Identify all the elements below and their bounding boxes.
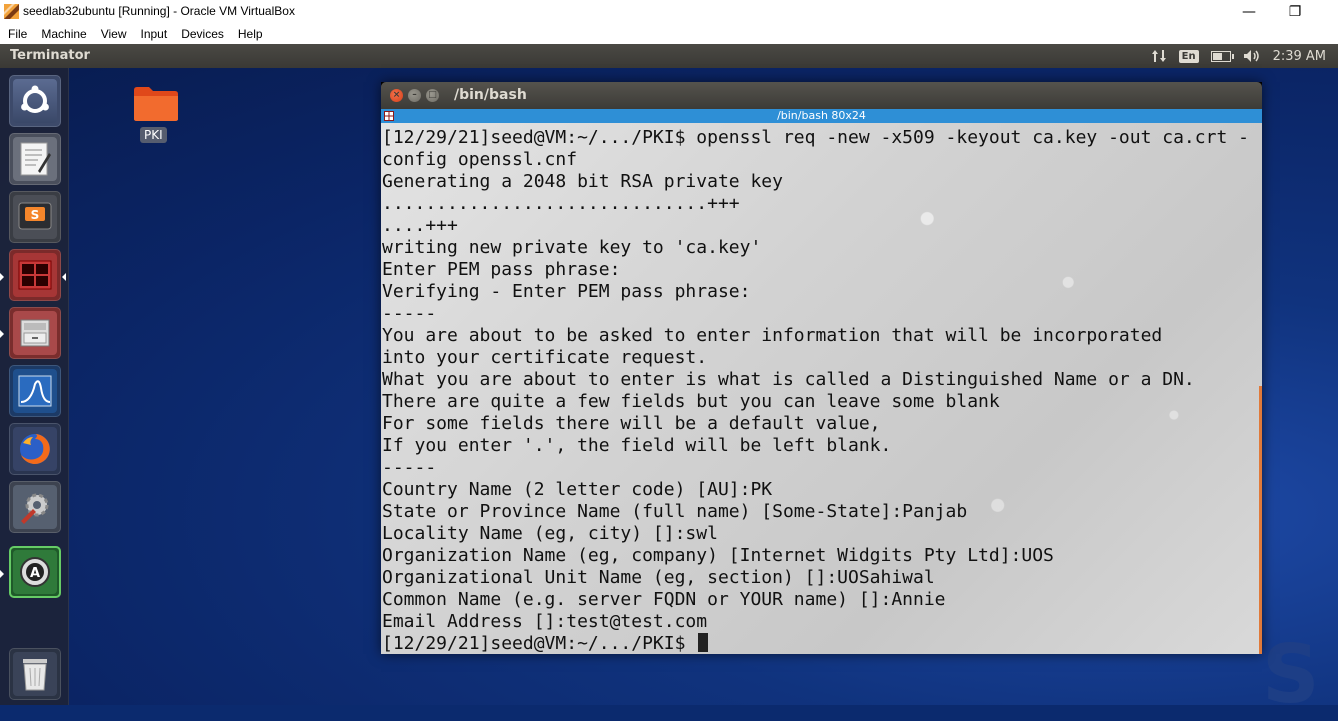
terminal-cursor (698, 633, 709, 652)
terminal-line: Verifying - Enter PEM pass phrase: (382, 281, 751, 302)
host-title-bar: seedlab32ubuntu [Running] - Oracle VM Vi… (0, 0, 1338, 24)
terminal-line: ----- (382, 457, 437, 478)
firefox-icon (20, 434, 50, 464)
volume-icon[interactable] (1243, 49, 1261, 63)
launcher-terminator[interactable] (9, 249, 61, 301)
keyboard-layout-indicator[interactable]: En (1178, 49, 1199, 63)
launcher-trash[interactable] (9, 648, 61, 700)
terminal-line: You are about to be asked to enter infor… (382, 325, 1163, 346)
launcher-dash-button[interactable] (9, 75, 61, 127)
minimize-icon: – (412, 90, 417, 100)
terminal-line: For some fields there will be a default … (382, 413, 881, 434)
unity-launcher: S A (0, 68, 69, 705)
menu-devices[interactable]: Devices (173, 27, 230, 41)
restore-button[interactable]: ❐ (1272, 0, 1318, 24)
terminal-line: ..............................+++ (382, 193, 740, 214)
menu-machine[interactable]: Machine (33, 27, 92, 41)
terminal-line: ....+++ (382, 215, 458, 236)
terminal-line: If you enter '.', the field will be left… (382, 435, 892, 456)
terminator-icon (18, 260, 52, 290)
settings-gear-icon (21, 493, 49, 524)
terminal-line: config openssl.cnf (382, 149, 578, 170)
menu-file[interactable]: File (0, 27, 33, 41)
virtualbox-icon (4, 4, 19, 19)
terminal-line: Organizational Unit Name (eg, section) [… (382, 567, 935, 588)
running-indicator (0, 570, 4, 578)
terminal-line: Country Name (2 letter code) [AU]:PK (382, 479, 773, 500)
terminal-line: Locality Name (eg, city) []:swl (382, 523, 718, 544)
launcher-text-editor[interactable] (9, 133, 61, 185)
terminal-line: ----- (382, 303, 437, 324)
active-app-name: Terminator (10, 48, 90, 63)
software-updater-icon: A (20, 557, 50, 587)
launcher-sublime-text[interactable]: S (9, 191, 61, 243)
launcher-firefox[interactable] (9, 423, 61, 475)
terminal-tab-bar[interactable]: /bin/bash 80x24 (381, 109, 1262, 123)
pki-folder-icon[interactable] (133, 86, 179, 122)
menu-help[interactable]: Help (230, 27, 269, 41)
running-indicator (0, 273, 4, 281)
terminal-output[interactable]: [12/29/21]seed@VM:~/.../PKI$ openssl req… (381, 123, 1262, 654)
maximize-icon: □ (428, 90, 437, 100)
minimize-window-button[interactable]: – (408, 89, 421, 102)
terminal-tab-title: /bin/bash 80x24 (777, 109, 866, 122)
terminal-text: [12/29/21]seed@VM:~/.../PKI$ openssl req… (382, 127, 1249, 654)
launcher-system-settings[interactable] (9, 481, 61, 533)
terminal-line: Enter PEM pass phrase: (382, 259, 621, 280)
svg-text:A: A (30, 566, 40, 581)
wireshark-icon (18, 375, 52, 407)
text-editor-icon (20, 142, 51, 176)
menu-view[interactable]: View (93, 27, 133, 41)
terminal-line: writing new private key to 'ca.key' (382, 237, 762, 258)
maximize-window-button[interactable]: □ (426, 89, 439, 102)
launcher-file-manager[interactable] (9, 307, 61, 359)
pki-folder-label[interactable]: PKI (140, 127, 167, 143)
clock[interactable]: 2:39 AM (1273, 49, 1326, 64)
scrollbar[interactable] (1259, 386, 1262, 654)
running-indicator (0, 330, 4, 338)
ubuntu-top-panel: Terminator En 2:39 AM (0, 44, 1338, 68)
window-title: /bin/bash (454, 87, 527, 103)
terminal-line: Generating a 2048 bit RSA private key (382, 171, 783, 192)
trash-icon (23, 659, 47, 691)
close-icon: × (392, 90, 401, 100)
terminal-line: Organization Name (eg, company) [Interne… (382, 545, 1054, 566)
terminal-line: [12/29/21]seed@VM:~/.../PKI$ openssl req… (382, 127, 1249, 148)
terminal-line: Common Name (e.g. server FQDN or YOUR na… (382, 589, 946, 610)
terminal-line: into your certificate request. (382, 347, 708, 368)
file-cabinet-icon (20, 319, 50, 347)
launcher-wireshark[interactable] (9, 365, 61, 417)
close-window-button[interactable]: × (390, 89, 403, 102)
minimize-button[interactable]: — (1226, 0, 1272, 24)
terminal-line: Email Address []:test@test.com (382, 611, 708, 632)
active-indicator (62, 273, 66, 281)
launcher-software-updater[interactable]: A (9, 546, 61, 598)
svg-text:S: S (31, 208, 40, 222)
menu-input[interactable]: Input (133, 27, 174, 41)
sublime-text-icon: S (18, 202, 52, 230)
terminal-line: There are quite a few fields but you can… (382, 391, 1000, 412)
host-window-title: seedlab32ubuntu [Running] - Oracle VM Vi… (23, 4, 295, 18)
battery-icon[interactable] (1210, 50, 1234, 62)
terminal-line: State or Province Name (full name) [Some… (382, 501, 968, 522)
indicator-area: En 2:39 AM (1151, 44, 1326, 68)
network-updown-icon[interactable] (1151, 49, 1167, 63)
terminal-line: What you are about to enter is what is c… (382, 369, 1195, 390)
host-menu-bar: File Machine View Input Devices Help (0, 24, 1338, 44)
terminator-window: × – □ /bin/bash /bin/bash 80x24 [12/29/2… (381, 82, 1262, 654)
minimize-icon: — (1242, 4, 1256, 20)
restore-icon: ❐ (1288, 4, 1302, 20)
window-title-bar[interactable]: × – □ /bin/bash (381, 82, 1262, 109)
terminal-prompt: [12/29/21]seed@VM:~/.../PKI$ (382, 633, 697, 654)
wallpaper-graphic: S (1262, 628, 1320, 721)
ubuntu-logo-icon (21, 85, 49, 113)
